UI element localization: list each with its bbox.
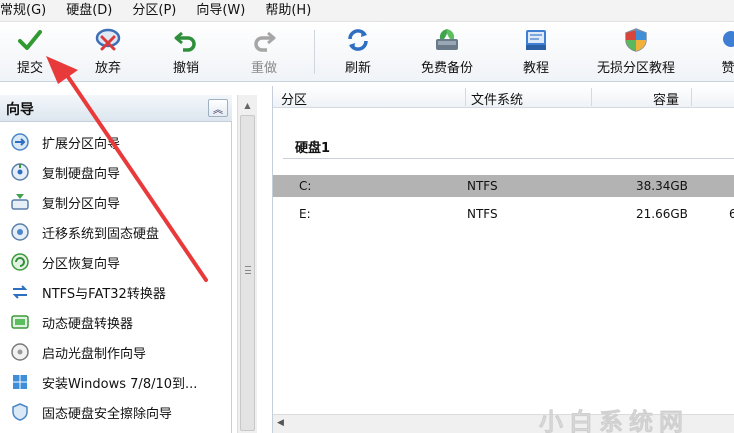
wizard-item-label: 复制分区向导 [42, 196, 121, 212]
partition-table-header: 分区 文件系统 容量 [273, 86, 734, 108]
tutorial-button[interactable]: 教程 [516, 26, 556, 80]
shield-icon [622, 26, 650, 54]
wizard-item-partition-recovery[interactable]: 分区恢复向导 [0, 247, 232, 277]
wizard-item-windows-install[interactable]: 安装Windows 7/8/10到... [0, 367, 232, 397]
partition-capacity: 21.66GB [636, 207, 688, 221]
menu-general[interactable]: 常规(G) [0, 0, 56, 22]
collapse-button[interactable]: ︽ [208, 99, 228, 117]
partition-row-c[interactable]: C: NTFS 38.34GB [273, 175, 734, 197]
lossless-partition-tutorial-button[interactable]: 无损分区教程 [588, 26, 684, 80]
wizard-item-ssd-erase[interactable]: 固态硬盘安全擦除向导 [0, 397, 232, 427]
extend-partition-icon [10, 132, 30, 152]
undo-button[interactable]: 撤销 [166, 26, 206, 80]
column-divider[interactable] [465, 88, 466, 106]
wizard-item-label: 复制硬盘向导 [42, 166, 121, 182]
checkmark-icon [16, 26, 44, 54]
refresh-icon [344, 26, 372, 54]
wizard-item-extend-partition[interactable]: 扩展分区向导 [0, 127, 232, 157]
menu-bar: 常规(G) 硬盘(D) 分区(P) 向导(W) 帮助(H) [0, 0, 734, 22]
migrate-os-icon [10, 222, 30, 242]
partition-name: E: [299, 207, 311, 221]
redo-button[interactable]: 重做 [244, 26, 284, 80]
book-icon [522, 26, 550, 54]
disk-title-divider [283, 158, 734, 159]
scrollbar-grip-icon [245, 266, 251, 274]
lossless-tutorial-label: 无损分区教程 [596, 61, 675, 76]
partition-row-e[interactable]: E: NTFS 21.66GB 6 [273, 203, 734, 225]
partition-filesystem: NTFS [467, 207, 498, 221]
dynamic-disk-converter-icon [10, 312, 30, 332]
scrollbar-thumb[interactable] [240, 115, 255, 431]
submit-label: 提交 [16, 61, 43, 76]
wizard-item-label: 迁移系统到固态硬盘 [42, 226, 160, 242]
menu-disk[interactable]: 硬盘(D) [56, 0, 122, 22]
column-divider[interactable] [691, 88, 692, 106]
partition-filesystem: NTFS [467, 179, 498, 193]
backup-icon [433, 26, 461, 54]
partition-recovery-icon [10, 252, 30, 272]
discard-label: 放弃 [94, 61, 121, 76]
double-chevron-up-icon: ︽ [213, 104, 223, 116]
wizard-item-label: NTFS与FAT32转换器 [42, 286, 166, 302]
copy-partition-icon [10, 192, 30, 212]
scroll-left-arrow-icon[interactable]: ◀ [277, 418, 284, 428]
partition-list-panel: 分区 文件系统 容量 硬盘1 C: NTFS 38.34GB E: NTFS 2… [272, 86, 734, 433]
wizard-item-copy-disk[interactable]: 复制硬盘向导 [0, 157, 232, 187]
wizard-panel-header: 向导 ︽ [0, 95, 232, 122]
menu-help[interactable]: 帮助(H) [255, 0, 321, 22]
wizard-item-label: 固态硬盘安全擦除向导 [42, 406, 173, 422]
column-capacity[interactable]: 容量 [653, 89, 679, 108]
wizard-item-label: 启动光盘制作向导 [42, 346, 147, 362]
toolbar-separator [314, 30, 315, 74]
wizard-item-ntfs-fat32-converter[interactable]: NTFS与FAT32转换器 [0, 277, 232, 307]
column-partition[interactable]: 分区 [281, 89, 307, 108]
partition-capacity: 38.34GB [636, 179, 688, 193]
wizard-item-label: 分区恢复向导 [42, 256, 121, 272]
wizard-panel: 向导 ︽ 扩展分区向导 复制硬盘向导 复制分区向导 迁移系统到固态硬盘 分区恢复… [0, 95, 232, 433]
copy-disk-icon [10, 162, 30, 182]
ssd-erase-icon [10, 402, 30, 422]
refresh-button[interactable]: 刷新 [338, 26, 378, 80]
watermark-logo: 小白系统网 [539, 408, 689, 433]
wizard-item-bootable-disc[interactable]: 启动光盘制作向导 [0, 337, 232, 367]
wizard-item-label: 扩展分区向导 [42, 136, 121, 152]
undo-label: 撤销 [172, 61, 199, 76]
wizard-panel-title: 向导 [6, 102, 34, 118]
free-backup-button[interactable]: 免费备份 [414, 26, 480, 80]
wizard-item-label: 动态硬盘转换器 [42, 316, 134, 332]
partition-name: C: [299, 179, 312, 193]
tutorial-label: 教程 [522, 61, 549, 76]
wizard-panel-scrollbar[interactable]: ▲ [237, 95, 257, 433]
ntfs-fat32-converter-icon [10, 282, 30, 302]
wizard-item-migrate-os[interactable]: 迁移系统到固态硬盘 [0, 217, 232, 247]
undo-icon [172, 26, 200, 54]
menu-wizard[interactable]: 向导(W) [186, 0, 255, 22]
disk-title[interactable]: 硬盘1 [295, 137, 330, 156]
wizard-list: 扩展分区向导 复制硬盘向导 复制分区向导 迁移系统到固态硬盘 分区恢复向导 NT… [0, 127, 232, 427]
column-divider[interactable] [591, 88, 592, 106]
watermark-text: 小白系统网 [539, 408, 689, 433]
wizard-item-copy-partition[interactable]: 复制分区向导 [0, 187, 232, 217]
discard-button[interactable]: 放弃 [88, 26, 128, 80]
refresh-label: 刷新 [344, 61, 371, 76]
redo-icon [250, 26, 278, 54]
scroll-up-arrow-icon[interactable]: ▲ [240, 98, 255, 113]
column-filesystem[interactable]: 文件系统 [471, 89, 523, 108]
wizard-item-label: 安装Windows 7/8/10到... [42, 376, 198, 392]
praise-button[interactable]: 赞 [716, 26, 734, 80]
submit-button[interactable]: 提交 [10, 26, 50, 80]
menu-partition[interactable]: 分区(P) [122, 0, 186, 22]
discard-icon [94, 26, 122, 54]
praise-label: 赞 [721, 61, 734, 76]
redo-label: 重做 [250, 61, 277, 76]
free-backup-label: 免费备份 [420, 61, 473, 76]
toolbar: 提交 放弃 撤销 重做 刷新 免费备份 教程 无损分区教程 赞 [0, 22, 734, 82]
windows-install-icon [10, 372, 30, 392]
wizard-item-dynamic-disk-converter[interactable]: 动态硬盘转换器 [0, 307, 232, 337]
bootable-disc-icon [10, 342, 30, 362]
partition-extra: 6 [729, 207, 734, 221]
heart-icon [714, 26, 734, 54]
